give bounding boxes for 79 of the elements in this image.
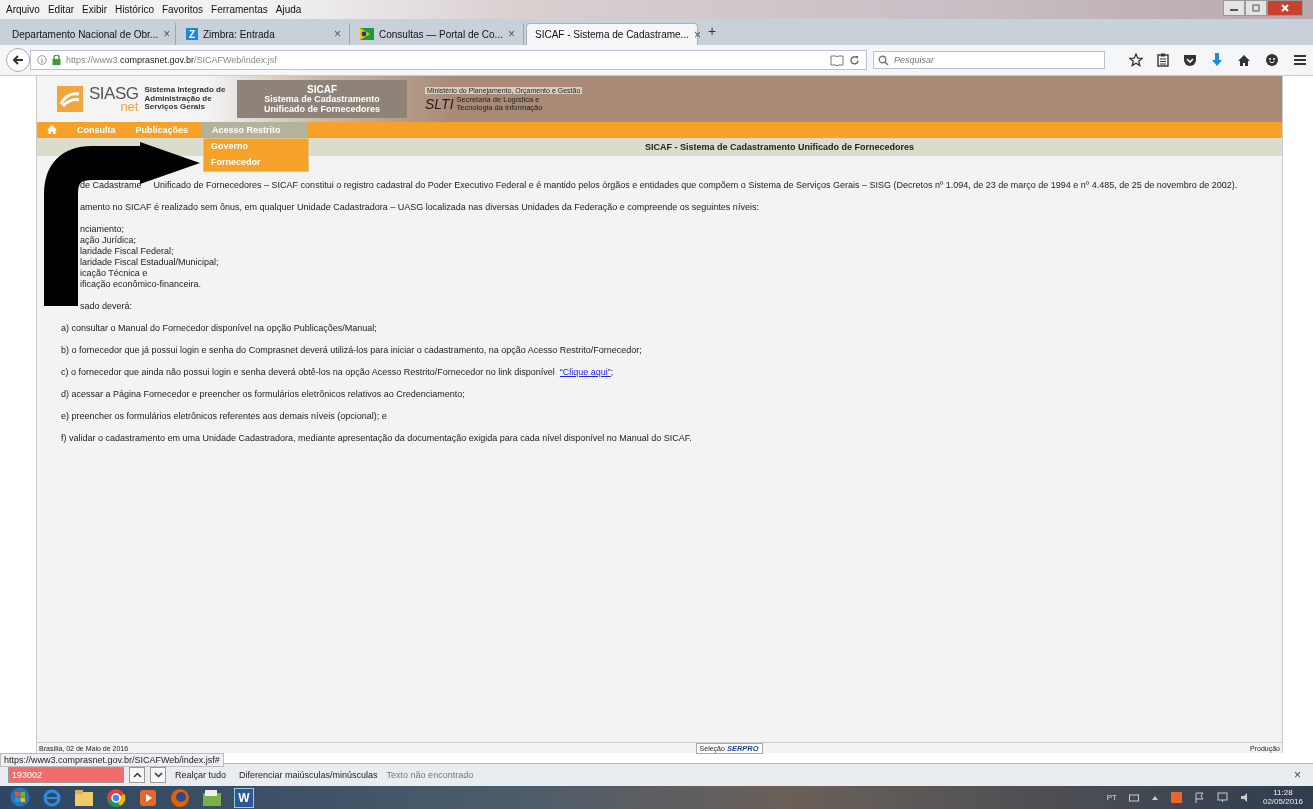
reader-view-icon[interactable]: [830, 54, 844, 66]
menu-item[interactable]: Exibir: [78, 4, 112, 15]
caret-up-icon: [132, 772, 142, 778]
next-button[interactable]: [150, 767, 166, 783]
search-field[interactable]: Pesquisar: [873, 51, 1105, 69]
folder-icon[interactable]: [74, 788, 94, 807]
home-icon[interactable]: [1237, 53, 1251, 67]
folder-icon[interactable]: [202, 788, 222, 807]
flag-icon: [360, 28, 374, 40]
step-text: b) o fornecedor que já possui login e senha do Comprasnet deverá utilizá-los para iniciar o cadastramento, na opção Acesso Restrito/Fornecedor;: [61, 345, 643, 355]
app-tray-icon[interactable]: [1170, 792, 1182, 803]
system-name: Sistema Integrado de Administração de Serviços Gerais: [144, 85, 226, 113]
clipboard-icon[interactable]: [1157, 53, 1169, 67]
logo-text: SIASG: [89, 85, 139, 102]
start-button[interactable]: [10, 786, 30, 809]
new-tab-button[interactable]: +: [700, 23, 725, 45]
lock-icon: [52, 55, 61, 65]
close-tab-button[interactable]: ×: [508, 27, 515, 41]
step-text: c) o fornecedor que ainda não possui login e senha deverá obtê-los na opção Acesso Restrito/Fornecedor no link disponível “Clique aqui”;: [61, 367, 615, 377]
logo-subtext: net: [120, 100, 139, 113]
search-icon: [878, 55, 889, 66]
back-arrow-icon: [12, 54, 24, 66]
caret-down-icon: [153, 772, 163, 778]
paragraph-text: de Cadastrame: [80, 180, 142, 190]
menu-icon[interactable]: [1293, 54, 1307, 66]
clock-date[interactable]: 02/05/2016: [1262, 797, 1303, 806]
close-icon[interactable]: [1267, 0, 1303, 16]
slti-logo: SLTI: [425, 95, 454, 112]
address-bar[interactable]: https://www3.comprasnet.gov.br/SICAFWeb/index.jsf: [30, 50, 867, 70]
status-url: https://www3.comprasnet.gov.br/SICAFWeb/index.jsf#: [0, 753, 224, 767]
menu-item[interactable]: Ferramentas: [207, 4, 272, 15]
star-icon[interactable]: [1129, 53, 1143, 67]
zimbra-icon: Z: [186, 28, 198, 40]
smiley-icon[interactable]: [1265, 53, 1279, 67]
highlight-all-button[interactable]: Realçar tudo: [171, 770, 231, 780]
reload-icon[interactable]: [849, 54, 860, 66]
menu-item[interactable]: Editar: [43, 4, 79, 15]
step-text: e) preencher os formulários eletrônicos referentes aos demais níveis (opcional); e: [61, 411, 388, 421]
find-status: Texto não encontrado: [386, 770, 474, 780]
language-indicator[interactable]: PT: [1106, 793, 1117, 802]
network-icon[interactable]: [1216, 792, 1228, 803]
minimize-icon[interactable]: [1223, 0, 1245, 16]
match-case-button[interactable]: Diferenciar maiúsculas/minúsculas: [235, 770, 382, 780]
level-item: ação Jurídica;: [80, 235, 137, 246]
close-tab-button[interactable]: ×: [163, 27, 171, 41]
level-item: nciamento;: [80, 224, 125, 235]
sicaf-subtitle: Sistema de Cadastramento Unificado de Fornecedores: [264, 95, 380, 114]
paragraph-text: Unificado de Fornecedores – SICAF constitui o registro cadastral do Poder Executivo Federal e é mantido pelos órgãos e entidades que compõem o Sistema de Serviços Gerais – SISG (Decretos nº 1.094, de 23 de março de 1994 e nº 4.485, de 25 de novembro de 2002).: [153, 180, 1238, 190]
close-button[interactable]: ×: [1294, 768, 1305, 782]
clock-time[interactable]: 11:28: [1273, 789, 1293, 798]
paragraph-text: amento no SICAF é realizado sem ônus, em qualquer Unidade Cadastradora – UASG localizada nas diversas Unidades da Federação e compreende os seguintes níveis:: [80, 202, 760, 212]
browser-tab[interactable]: SICAF - Sistema de Cadastrame... ×: [526, 23, 698, 45]
word-icon[interactable]: W: [234, 787, 254, 808]
sicaf-title: SICAF: [307, 84, 337, 96]
menu-item[interactable]: Favoritos: [157, 4, 208, 15]
menu-item[interactable]: Histórico: [111, 4, 158, 15]
clique-aqui-link[interactable]: “Clique aqui”: [559, 367, 611, 377]
step-text: d) acessar a Página Fornecedor e preencher os formulários eletrônicos relativos ao Credenciamento;: [61, 389, 466, 399]
flag-icon[interactable]: [1193, 792, 1205, 803]
media-player-icon[interactable]: [138, 787, 158, 808]
paragraph-text: sado deverá:: [80, 301, 134, 311]
step-text: a) consultar o Manual do Fornecedor disponível na opção Publicações/Manual;: [61, 323, 378, 333]
previous-button[interactable]: [129, 767, 145, 783]
info-icon[interactable]: [37, 55, 47, 65]
level-item: laridade Fiscal Estadual/Municipal;: [80, 257, 219, 268]
keyboard-icon[interactable]: [1128, 792, 1139, 803]
level-item: laridade Fiscal Federal;: [80, 246, 174, 257]
pocket-icon[interactable]: [1183, 53, 1197, 67]
close-tab-button[interactable]: ×: [334, 27, 341, 41]
page-title: SICAF - Sistema de Cadastramento Unificado de Fornecedores: [644, 142, 915, 152]
level-item: ificação econômico-financeira.: [80, 279, 202, 290]
menu-item[interactable]: Ajuda: [271, 4, 306, 15]
step-text: f) validar o cadastramento em uma Unidade Cadastradora, mediante apresentação da documentação exigida para cada nível disponível no Manual do SICAF.: [61, 433, 693, 443]
close-tab-button[interactable]: ×: [693, 27, 701, 42]
logo-icon: [57, 86, 83, 112]
back-button[interactable]: [6, 48, 30, 72]
menu-item[interactable]: Arquivo: [0, 4, 44, 15]
download-icon[interactable]: [1211, 53, 1223, 67]
level-item: icação Técnica e: [80, 268, 148, 279]
